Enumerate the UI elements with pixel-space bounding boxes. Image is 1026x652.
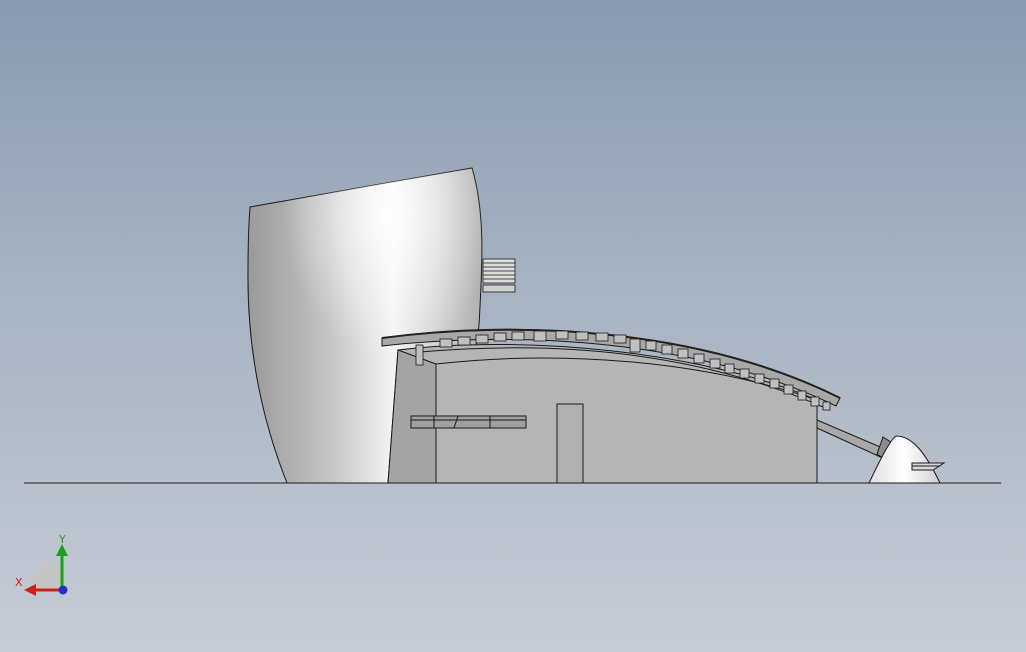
x-axis-label: X xyxy=(15,576,23,589)
window-strip[interactable] xyxy=(410,415,527,429)
tower-balcony[interactable] xyxy=(482,258,516,293)
model-canvas[interactable]: Y X xyxy=(0,0,1026,652)
cone-pavilion[interactable] xyxy=(868,435,946,484)
x-axis-arrow-icon xyxy=(24,584,36,596)
axis-triad[interactable]: Y X xyxy=(15,533,68,596)
entrance-door[interactable] xyxy=(556,403,584,484)
y-axis-label: Y xyxy=(58,533,66,546)
cad-viewport[interactable]: Y X xyxy=(0,0,1026,652)
z-axis-dot-icon xyxy=(58,585,68,595)
